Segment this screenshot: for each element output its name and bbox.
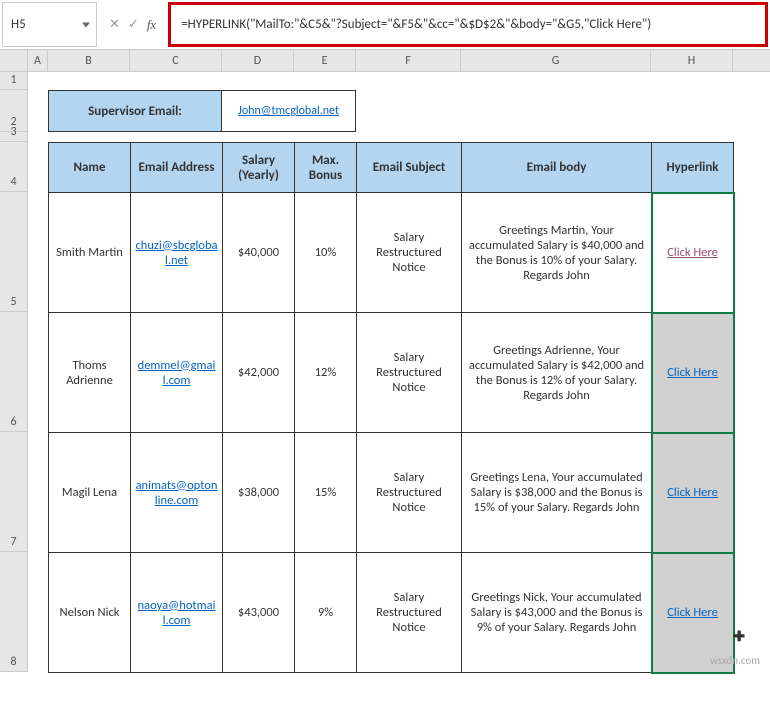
cell-hyperlink-active[interactable]: Click Here	[652, 193, 734, 313]
cell-email[interactable]: chuzi@sbcglobal.net	[131, 193, 223, 313]
col-header-b[interactable]: B	[48, 50, 130, 71]
cell-bonus[interactable]: 9%	[295, 553, 357, 673]
click-here-link[interactable]: Click Here	[667, 245, 718, 260]
table-row: Thoms Adrienne demmel@gmail.com $42,000 …	[49, 313, 734, 433]
cell-salary[interactable]: $38,000	[223, 433, 295, 553]
click-here-link[interactable]: Click Here	[667, 605, 718, 620]
cell-body[interactable]: Greetings Lena, Your accumulated Salary …	[462, 433, 652, 553]
cell-name[interactable]: Magil Lena	[49, 433, 131, 553]
click-here-link[interactable]: Click Here	[667, 365, 718, 380]
header-name[interactable]: Name	[49, 143, 131, 193]
row-header-6[interactable]: 6	[0, 312, 28, 432]
email-link[interactable]: naoya@hotmail.com	[135, 598, 218, 628]
select-all-corner[interactable]	[0, 50, 28, 71]
cell-bonus[interactable]: 15%	[295, 433, 357, 553]
col-header-g[interactable]: G	[461, 50, 651, 71]
table-row: Smith Martin chuzi@sbcglobal.net $40,000…	[49, 193, 734, 313]
cell-body[interactable]: Greetings Nick, Your accumulated Salary …	[462, 553, 652, 673]
row-header-3[interactable]: 3	[0, 132, 28, 142]
cell-email[interactable]: demmel@gmail.com	[131, 313, 223, 433]
cell-name[interactable]: Smith Martin	[49, 193, 131, 313]
col-header-a[interactable]: A	[28, 50, 48, 71]
supervisor-email-link[interactable]: John@tmcglobal.net	[238, 104, 339, 118]
cell-subject[interactable]: Salary Restructured Notice	[357, 433, 462, 553]
header-bonus[interactable]: Max. Bonus	[295, 143, 357, 193]
col-header-e[interactable]: E	[294, 50, 356, 71]
cancel-icon[interactable]: ✕	[109, 17, 120, 32]
email-link[interactable]: demmel@gmail.com	[135, 358, 218, 388]
col-header-c[interactable]: C	[130, 50, 222, 71]
header-salary[interactable]: Salary (Yearly)	[223, 143, 295, 193]
cell-subject[interactable]: Salary Restructured Notice	[357, 313, 462, 433]
data-table: Name Email Address Salary (Yearly) Max. …	[48, 142, 734, 673]
supervisor-row: Supervisor Email: John@tmcglobal.net	[48, 90, 770, 132]
header-hyperlink[interactable]: Hyperlink	[652, 143, 734, 193]
supervisor-email-cell[interactable]: John@tmcglobal.net	[222, 90, 356, 132]
row-header-5[interactable]: 5	[0, 192, 28, 312]
cell-email[interactable]: naoya@hotmail.com	[131, 553, 223, 673]
cell-body[interactable]: Greetings Martin, Your accumulated Salar…	[462, 193, 652, 313]
cell-body[interactable]: Greetings Adrienne, Your accumulated Sal…	[462, 313, 652, 433]
email-link[interactable]: animats@optonline.com	[135, 478, 218, 508]
header-email[interactable]: Email Address	[131, 143, 223, 193]
cell-email[interactable]: animats@optonline.com	[131, 433, 223, 553]
cell-salary[interactable]: $40,000	[223, 193, 295, 313]
header-body[interactable]: Email body	[462, 143, 652, 193]
table-row: Nelson Nick naoya@hotmail.com $43,000 9%…	[49, 553, 734, 673]
cell-subject[interactable]: Salary Restructured Notice	[357, 193, 462, 313]
click-here-link[interactable]: Click Here	[667, 485, 718, 500]
header-subject[interactable]: Email Subject	[357, 143, 462, 193]
table-header-row: Name Email Address Salary (Yearly) Max. …	[49, 143, 734, 193]
watermark: wsxdn.com	[710, 654, 760, 667]
formula-controls: ✕ ✓ fx	[99, 0, 166, 49]
column-headers: A B C D E F G H	[0, 50, 770, 72]
supervisor-label-cell[interactable]: Supervisor Email:	[48, 90, 222, 132]
cell-content-area[interactable]: Supervisor Email: John@tmcglobal.net Nam…	[28, 72, 770, 673]
cell-bonus[interactable]: 10%	[295, 193, 357, 313]
cell-reference-box[interactable]: H5	[2, 2, 97, 47]
spreadsheet-grid: A B C D E F G H 1 2 3 4 5 6 7 8 Supervis…	[0, 50, 770, 673]
row-headers: 1 2 3 4 5 6 7 8	[0, 72, 28, 672]
formula-bar: H5 ✕ ✓ fx =HYPERLINK("MailTo:"&C5&"?Subj…	[0, 0, 770, 50]
fx-icon[interactable]: fx	[147, 17, 156, 33]
cell-name[interactable]: Nelson Nick	[49, 553, 131, 673]
row-header-8[interactable]: 8	[0, 552, 28, 672]
row-header-4[interactable]: 4	[0, 142, 28, 192]
cell-salary[interactable]: $42,000	[223, 313, 295, 433]
col-header-h[interactable]: H	[651, 50, 733, 71]
cell-subject[interactable]: Salary Restructured Notice	[357, 553, 462, 673]
cell-name[interactable]: Thoms Adrienne	[49, 313, 131, 433]
cell-hyperlink[interactable]: Click Here	[652, 313, 734, 433]
cell-bonus[interactable]: 12%	[295, 313, 357, 433]
col-header-d[interactable]: D	[222, 50, 294, 71]
email-link[interactable]: chuzi@sbcglobal.net	[135, 238, 218, 268]
table-row: Magil Lena animats@optonline.com $38,000…	[49, 433, 734, 553]
formula-input[interactable]: =HYPERLINK("MailTo:"&C5&"?Subject="&F5&"…	[168, 2, 768, 47]
fill-handle-cursor-icon: ✚	[733, 628, 745, 645]
row-header-7[interactable]: 7	[0, 432, 28, 552]
row-header-1[interactable]: 1	[0, 72, 28, 90]
cell-hyperlink[interactable]: Click Here	[652, 433, 734, 553]
cell-salary[interactable]: $43,000	[223, 553, 295, 673]
col-header-f[interactable]: F	[356, 50, 461, 71]
confirm-icon[interactable]: ✓	[128, 17, 139, 32]
